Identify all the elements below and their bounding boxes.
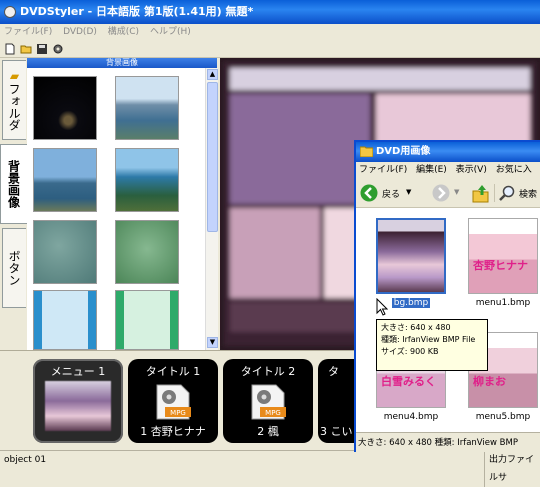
title-item-3[interactable]: タ 3 こい — [318, 359, 354, 443]
explorer-menu-view[interactable]: 表示(V) — [453, 165, 490, 175]
file-thumbnail: 杏野ヒナナ — [468, 218, 538, 294]
scroll-thumb[interactable] — [207, 82, 218, 232]
search-button[interactable]: 検索 — [494, 184, 540, 202]
thumbnail-green[interactable] — [115, 220, 179, 284]
mpg-badge: MPG — [265, 409, 281, 417]
open-folder-icon[interactable] — [20, 43, 32, 55]
file-thumbnail — [376, 218, 446, 294]
panel-header: 背景画像 — [27, 58, 217, 68]
back-button[interactable]: 戻る ▼ — [360, 184, 416, 202]
explorer-status-bar: 大きさ: 640 x 480 種類: IrfanView BMP — [356, 432, 540, 452]
folder-icon — [360, 146, 373, 157]
video-file-icon: MPG — [156, 384, 191, 420]
menu-bar: ファイル(F) DVD(D) 構成(C) ヘルプ(H) — [0, 24, 540, 40]
app-title: DVDStyler - 日本語版 第1版(1.41用) 無題* — [20, 5, 254, 18]
app-title-bar[interactable]: DVDStyler - 日本語版 第1版(1.41用) 無題* — [0, 0, 540, 24]
vertical-scrollbar[interactable]: ▲ ▼ — [205, 68, 218, 350]
explorer-menu-edit[interactable]: 編集(E) — [413, 165, 450, 175]
folder-icon: ▰ — [7, 69, 22, 83]
menu-file[interactable]: ファイル(F) — [0, 27, 56, 37]
explorer-title: DVD用画像 — [376, 146, 431, 157]
status-bar: object 01 出力ファイルサ — [0, 450, 540, 487]
scroll-down-icon[interactable]: ▼ — [207, 337, 218, 348]
menu-help[interactable]: ヘルプ(H) — [146, 27, 195, 37]
menu-item-1[interactable]: メニュー 1 — [33, 359, 123, 443]
explorer-toolbar: 戻る ▼ ▼ 検索 — [356, 178, 540, 208]
thumbnail-lake[interactable] — [115, 76, 179, 140]
title-item-2[interactable]: タイトル 2 MPG 2 楓 — [223, 359, 313, 443]
thumbnail-blue-frame[interactable] — [33, 290, 97, 350]
menu-thumbnail — [45, 381, 111, 431]
back-dropdown-icon[interactable]: ▼ — [406, 188, 411, 196]
status-right: 出力ファイルサ — [484, 451, 540, 487]
mouse-pointer-icon — [376, 298, 388, 316]
title-item-1[interactable]: タイトル 1 MPG 1 杏野ヒナナ — [128, 359, 218, 443]
side-tabs: ▰ フォルダ 背景画像 ボタン — [0, 58, 27, 350]
search-icon — [499, 185, 515, 201]
forward-dropdown-icon[interactable]: ▼ — [454, 188, 459, 196]
file-menu1-bmp[interactable]: 杏野ヒナナ menu1.bmp — [460, 218, 540, 312]
app-icon — [4, 6, 16, 18]
explorer-title-bar[interactable]: DVD用画像 — [356, 142, 540, 162]
explorer-menu-file[interactable]: ファイル(F) — [356, 165, 410, 175]
explorer-menu-bar: ファイル(F) 編集(E) 表示(V) お気に入 — [356, 162, 540, 178]
tab-folder[interactable]: ▰ フォルダ — [2, 60, 26, 140]
menu-layout[interactable]: 構成(C) — [104, 27, 143, 37]
gear-icon[interactable] — [52, 43, 64, 55]
thumbnail-night[interactable] — [33, 76, 97, 140]
thumbnail-shore[interactable] — [33, 148, 97, 212]
thumbnail-teal[interactable] — [33, 220, 97, 284]
video-file-icon: MPG — [251, 384, 286, 420]
toolbar — [0, 40, 540, 58]
file-tooltip: 大きさ: 640 x 480 種類: IrfanView BMP File サイ… — [376, 319, 488, 371]
background-thumbnails — [27, 68, 205, 350]
tab-backgrounds[interactable]: 背景画像 — [0, 144, 27, 224]
menu-dvd[interactable]: DVD(D) — [59, 27, 101, 37]
new-file-icon[interactable] — [4, 43, 16, 55]
explorer-menu-favorites[interactable]: お気に入 — [493, 165, 535, 175]
thumbnail-bay[interactable] — [115, 148, 179, 212]
folder-up-icon[interactable] — [472, 183, 490, 203]
explorer-window: DVD用画像 ファイル(F) 編集(E) 表示(V) お気に入 戻る ▼ ▼ 検… — [354, 140, 540, 452]
tab-buttons[interactable]: ボタン — [2, 228, 26, 308]
save-icon[interactable] — [36, 43, 48, 55]
back-arrow-icon — [360, 184, 378, 202]
forward-arrow-icon[interactable] — [432, 184, 450, 202]
scroll-up-icon[interactable]: ▲ — [207, 69, 218, 80]
status-left: object 01 — [4, 455, 47, 465]
thumbnail-green-frame[interactable] — [115, 290, 179, 350]
mpg-badge: MPG — [170, 409, 186, 417]
